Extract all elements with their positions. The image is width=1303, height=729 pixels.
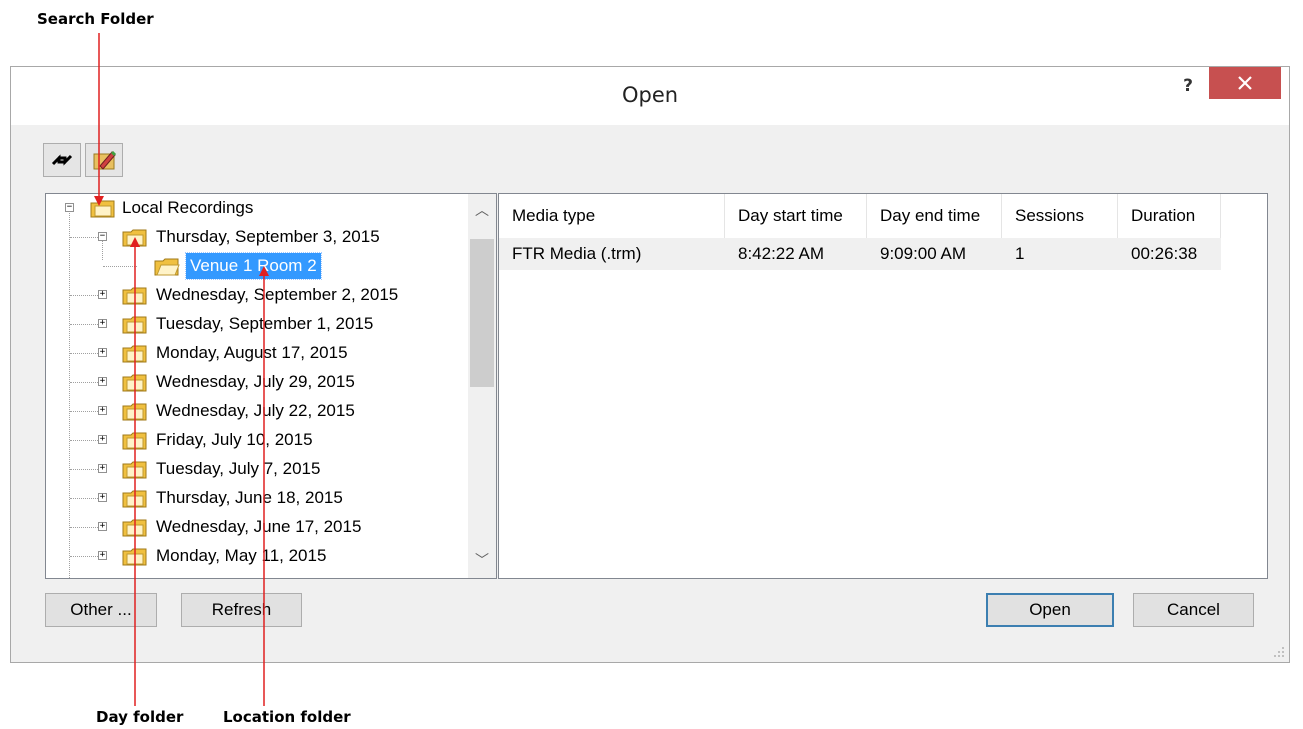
day-folder-arrowhead xyxy=(130,237,140,247)
location-folder-arrowhead xyxy=(259,266,269,276)
search-folder-arrowhead xyxy=(94,196,104,206)
callout-arrows xyxy=(94,33,269,706)
